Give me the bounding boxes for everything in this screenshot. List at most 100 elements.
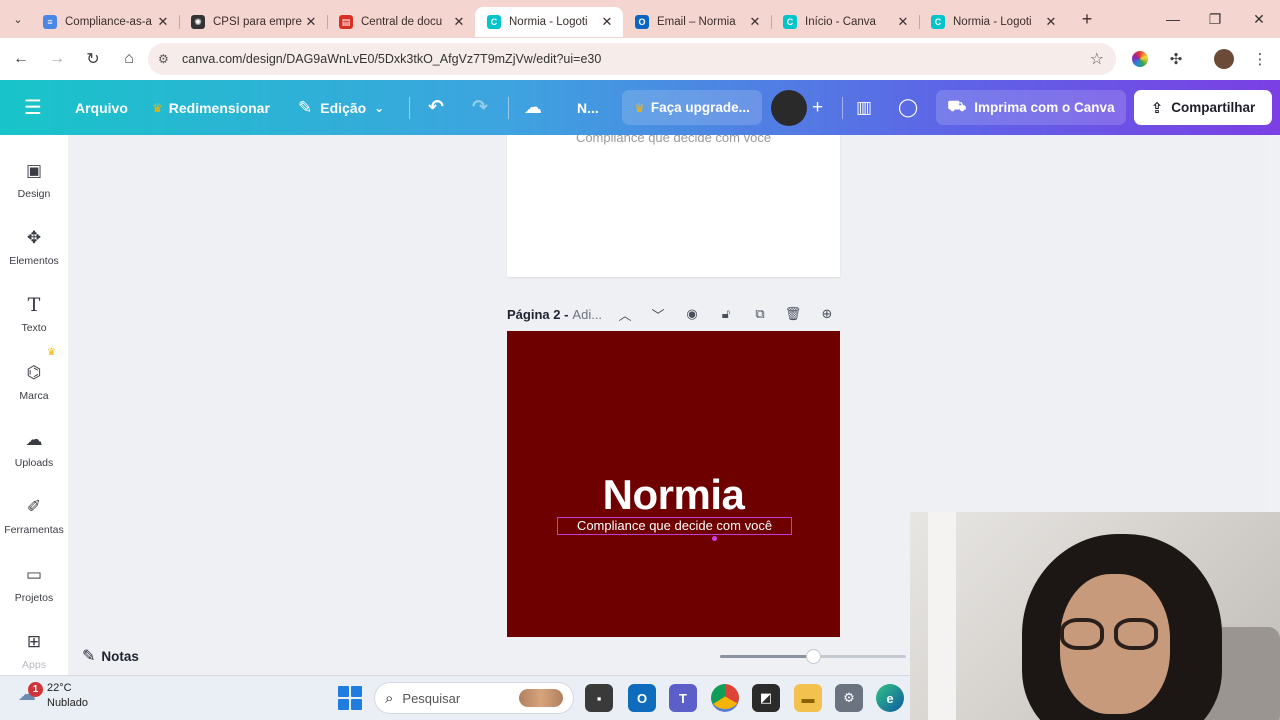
upgrade-label: Faça upgrade...	[650, 100, 750, 115]
sidebar-item-label: Projetos	[14, 592, 54, 604]
profile-avatar[interactable]	[1208, 38, 1240, 80]
comment-icon[interactable]: ◯	[898, 80, 918, 135]
move-page-up-icon[interactable]: ︿	[614, 303, 636, 325]
print-button[interactable]: ⛟ Imprima com o Canva	[936, 90, 1126, 125]
sidebar-item-label: Uploads	[14, 457, 54, 469]
sidebar-item-projects[interactable]: ▭ Projetos	[0, 558, 68, 618]
restore-icon[interactable]: ❐	[1194, 0, 1236, 38]
sidebar-item-apps[interactable]: ⊞ Apps	[0, 625, 68, 675]
taskbar-app-teams-icon[interactable]: T	[669, 684, 697, 712]
notes-button[interactable]: ✎ Notas	[82, 645, 139, 667]
new-tab-plus-icon[interactable]: +	[1073, 9, 1101, 30]
notification-badge: 1	[28, 682, 43, 697]
close-tab-icon[interactable]: ✕	[747, 14, 763, 30]
taskbar-app-notes-icon[interactable]: ◩	[752, 684, 780, 712]
logo-wordmark[interactable]: Normia	[507, 471, 840, 519]
site-info-icon[interactable]: ⚙	[158, 52, 178, 66]
bookmark-star-icon[interactable]: ☆	[1090, 49, 1104, 69]
taskbar-app-outlook-icon[interactable]: O	[628, 684, 656, 712]
close-tab-icon[interactable]: ✕	[155, 14, 171, 30]
address-url: canva.com/design/DAG9aWnLvE0/5Dxk3tkO_Af…	[182, 52, 602, 66]
selection-handle[interactable]	[712, 536, 717, 541]
analytics-bar-chart-icon[interactable]: ▥	[856, 80, 872, 135]
taskbar-app-edge-icon[interactable]: e	[876, 684, 904, 712]
crown-icon: ♛	[634, 100, 645, 115]
browser-tab[interactable]: C Normia - Logoti ✕	[919, 7, 1067, 37]
tab-favicon-icon: C	[783, 15, 797, 29]
undo-icon[interactable]: ↶	[428, 80, 444, 135]
redo-icon[interactable]: ↷	[472, 80, 488, 135]
user-avatar[interactable]	[771, 90, 807, 126]
browser-tab[interactable]: ≡ Compliance-as-a ✕	[31, 7, 179, 37]
sidebar-item-text[interactable]: T Texto	[0, 288, 68, 348]
sidebar-item-label: Ferramentas	[4, 524, 64, 536]
browser-tab[interactable]: C Normia - Logoti ✕	[475, 7, 623, 37]
reload-icon[interactable]: ↻	[76, 42, 110, 76]
pencil-icon: ✎	[298, 97, 313, 117]
browser-tab[interactable]: O Email – Normia ✕	[623, 7, 771, 37]
windows-taskbar: ☁ 1 22°C Nublado ⌕ Pesquisar ▪ O T ◩ ▬ ⚙…	[0, 675, 910, 720]
back-arrow-icon[interactable]: ←	[4, 42, 38, 76]
text-icon: T	[27, 294, 41, 316]
upgrade-button[interactable]: ♛ Faça upgrade...	[622, 90, 762, 125]
sidebar-item-design[interactable]: ▣ Design	[0, 154, 68, 214]
close-tab-icon[interactable]: ✕	[895, 14, 911, 30]
browser-tab[interactable]: ✺ CPSI para empre ✕	[179, 7, 327, 37]
left-sidebar: ▣ Design ✥ Elementos T Texto ⌬ Marca ♛ ☁…	[0, 135, 68, 675]
sidebar-item-tools[interactable]: ✐ Ferramentas	[0, 490, 68, 550]
delete-page-trash-icon[interactable]: 🗑︎	[782, 303, 804, 325]
extensions-puzzle-icon[interactable]: ✣	[1160, 38, 1192, 80]
layout-icon: ▣	[25, 161, 43, 180]
minimize-icon[interactable]: —	[1152, 0, 1194, 38]
duplicate-page-icon[interactable]: ⧉	[749, 303, 771, 325]
zoom-slider[interactable]	[720, 649, 906, 664]
taskbar-app-file-explorer-icon[interactable]: ▬	[794, 684, 822, 712]
tab-title: Central de docu	[361, 16, 443, 28]
address-bar[interactable]: ⚙ canva.com/design/DAG9aWnLvE0/5Dxk3tkO_…	[148, 43, 1116, 75]
lock-page-icon[interactable]: 🔓︎	[715, 303, 737, 325]
page-2-toolbar: Página 2 - Adi... ︿ ﹀ ◉ 🔓︎ ⧉ 🗑︎ ⊕	[507, 303, 840, 325]
selected-slogan-textbox[interactable]: Compliance que decide com você	[557, 517, 792, 535]
tab-search-chevron-icon[interactable]: ⌄	[5, 6, 31, 32]
file-menu-button[interactable]: Arquivo	[75, 80, 128, 135]
color-extension-icon[interactable]	[1124, 38, 1156, 80]
page1-slogan-text[interactable]: Compliance que decide com você	[507, 135, 840, 145]
sidebar-item-uploads[interactable]: ☁ Uploads	[0, 423, 68, 483]
taskbar-search-box[interactable]: ⌕ Pesquisar	[374, 682, 574, 714]
hamburger-icon[interactable]: ☰	[24, 80, 42, 135]
tab-favicon-icon: ▤	[339, 15, 353, 29]
zoom-slider-handle[interactable]	[806, 649, 821, 664]
cloud-saved-icon[interactable]: ☁	[524, 80, 542, 135]
taskbar-app-settings-icon[interactable]: ⚙	[835, 684, 863, 712]
close-tab-icon[interactable]: ✕	[451, 14, 467, 30]
browser-menu-icon[interactable]: ⋮	[1244, 38, 1276, 80]
home-icon[interactable]: ⌂	[112, 42, 146, 76]
design-page-2[interactable]: Normia Compliance que decide com você	[507, 331, 840, 637]
invite-plus-icon[interactable]: +	[812, 80, 823, 135]
close-tab-icon[interactable]: ✕	[303, 14, 319, 30]
edit-mode-button[interactable]: ✎ Edição ⌄	[298, 80, 384, 135]
move-page-down-icon[interactable]: ﹀	[647, 303, 669, 325]
tab-favicon-icon: C	[931, 15, 945, 29]
close-window-icon[interactable]: ✕	[1238, 0, 1280, 38]
browser-tab[interactable]: C Início - Canva ✕	[771, 7, 919, 37]
forward-arrow-icon[interactable]: →	[40, 42, 74, 76]
brand-icon: ⌬	[26, 363, 42, 382]
taskbar-app-terminal-icon[interactable]: ▪	[585, 684, 613, 712]
close-tab-icon[interactable]: ✕	[599, 14, 615, 30]
sidebar-item-brand[interactable]: ⌬ Marca	[0, 356, 68, 416]
design-page-1[interactable]: Compliance que decide com você	[507, 135, 840, 277]
windows-start-icon[interactable]	[338, 686, 362, 710]
resize-button[interactable]: ♛ Redimensionar	[152, 80, 270, 135]
page-2-title-input[interactable]: Adi...	[572, 307, 602, 322]
add-page-icon[interactable]: ⊕	[816, 303, 838, 325]
sidebar-item-elements[interactable]: ✥ Elementos	[0, 221, 68, 281]
hide-page-eye-icon[interactable]: ◉	[681, 303, 703, 325]
share-button[interactable]: ⇪ Compartilhar	[1134, 90, 1272, 125]
taskbar-app-chrome-icon[interactable]	[711, 684, 739, 712]
close-tab-icon[interactable]: ✕	[1043, 14, 1059, 30]
browser-tab[interactable]: ▤ Central de docu ✕	[327, 7, 475, 37]
design-title[interactable]: N...	[577, 80, 599, 135]
weather-widget[interactable]: ☁ 1 22°C Nublado	[18, 681, 88, 711]
taskbar-search-placeholder: Pesquisar	[402, 690, 461, 706]
